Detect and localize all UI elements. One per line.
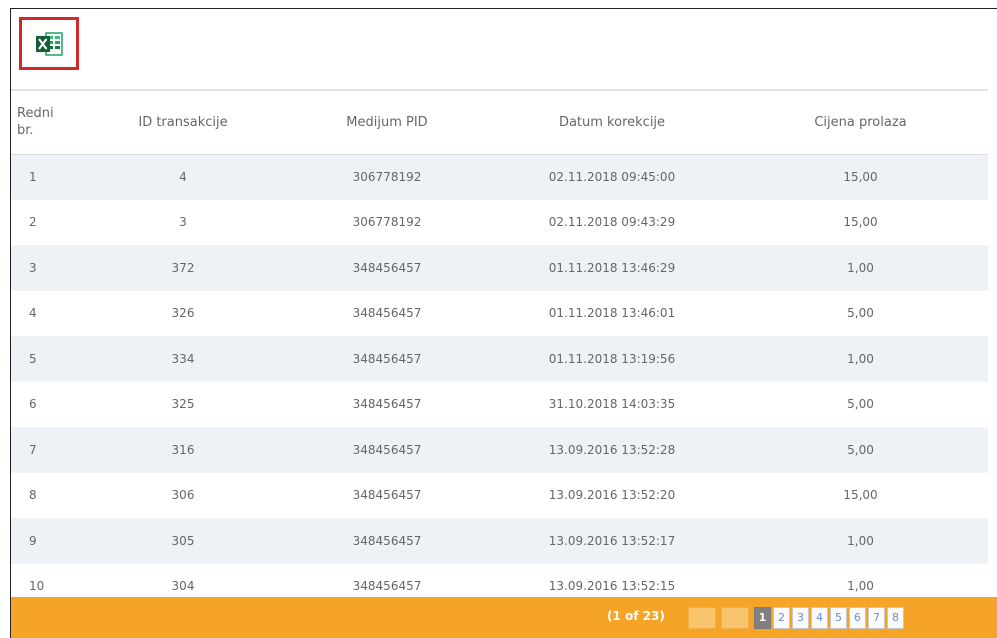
cell-row-number: 4 <box>11 290 83 337</box>
first-page-button[interactable] <box>688 607 716 629</box>
cell-correction-date: 13.09.2016 13:52:28 <box>491 427 733 473</box>
table-row[interactable]: 9 305 348456457 13.09.2016 13:52:17 1,00 <box>11 518 988 564</box>
page-button-8[interactable]: 8 <box>887 607 904 629</box>
table-body: 1 4 306778192 02.11.2018 09:45:00 15,00 2 3 306… <box>11 154 988 610</box>
cell-transaction-id: 372 <box>83 245 283 291</box>
cell-row-number: 7 <box>11 427 83 473</box>
page-button-1[interactable]: 1 <box>754 607 771 629</box>
excel-export-button[interactable] <box>19 17 79 70</box>
cell-transaction-id: 325 <box>83 381 283 428</box>
header-row-number-line2: br. <box>17 123 34 139</box>
table-row[interactable]: 8 306 348456457 13.09.2016 13:52:20 15,00 <box>11 472 988 519</box>
cell-row-number: 6 <box>11 381 83 428</box>
column-header-toll-price[interactable]: Cijena prolaza <box>733 90 988 155</box>
cell-transaction-id: 334 <box>83 336 283 382</box>
cell-correction-date: 01.11.2018 13:19:56 <box>491 336 733 382</box>
cell-medium-pid: 348456457 <box>283 518 491 564</box>
cell-row-number: 1 <box>11 154 83 200</box>
report-panel: Redni br. ID transakcije Medijum PID Datu… <box>10 8 997 638</box>
table-row[interactable]: 7 316 348456457 13.09.2016 13:52:28 5,00 <box>11 427 988 473</box>
table-row[interactable]: 4 326 348456457 01.11.2018 13:46:01 5,00 <box>11 290 988 337</box>
cell-transaction-id: 4 <box>83 154 283 200</box>
cell-toll-price: 1,00 <box>733 336 988 382</box>
page-button-3[interactable]: 3 <box>792 607 809 629</box>
cell-row-number: 3 <box>11 245 83 291</box>
cell-medium-pid: 348456457 <box>283 427 491 473</box>
column-header-correction-date[interactable]: Datum korekcije <box>491 90 733 155</box>
cell-toll-price: 15,00 <box>733 154 988 200</box>
toolbar <box>11 9 997 89</box>
corrections-table: Redni br. ID transakcije Medijum PID Datu… <box>11 89 988 610</box>
column-header-row-number[interactable]: Redni br. <box>11 90 83 155</box>
cell-transaction-id: 306 <box>83 472 283 519</box>
table-row[interactable]: 2 3 306778192 02.11.2018 09:43:29 15,00 <box>11 199 988 246</box>
cell-correction-date: 13.09.2016 13:52:17 <box>491 518 733 564</box>
cell-toll-price: 15,00 <box>733 472 988 519</box>
cell-toll-price: 15,00 <box>733 199 988 246</box>
cell-toll-price: 5,00 <box>733 290 988 337</box>
page-button-2[interactable]: 2 <box>773 607 790 629</box>
cell-correction-date: 31.10.2018 14:03:35 <box>491 381 733 428</box>
cell-correction-date: 02.11.2018 09:45:00 <box>491 154 733 200</box>
page-info: (1 of 23) <box>607 609 665 623</box>
table-row[interactable]: 1 4 306778192 02.11.2018 09:45:00 15,00 <box>11 154 988 200</box>
cell-toll-price: 1,00 <box>733 245 988 291</box>
cell-row-number: 9 <box>11 518 83 564</box>
cell-toll-price: 5,00 <box>733 381 988 428</box>
cell-transaction-id: 3 <box>83 199 283 246</box>
cell-medium-pid: 348456457 <box>283 336 491 382</box>
cell-transaction-id: 316 <box>83 427 283 473</box>
column-header-transaction-id[interactable]: ID transakcije <box>83 90 283 155</box>
header-row-number-line1: Redni <box>17 106 54 122</box>
table-header-row: Redni br. ID transakcije Medijum PID Datu… <box>11 90 988 155</box>
page-button-7[interactable]: 7 <box>868 607 885 629</box>
table-row[interactable]: 6 325 348456457 31.10.2018 14:03:35 5,00 <box>11 381 988 428</box>
cell-correction-date: 01.11.2018 13:46:01 <box>491 290 733 337</box>
cell-row-number: 2 <box>11 199 83 246</box>
excel-export-icon <box>36 31 63 56</box>
cell-correction-date: 01.11.2018 13:46:29 <box>491 245 733 291</box>
cell-medium-pid: 348456457 <box>283 381 491 428</box>
table-row[interactable]: 5 334 348456457 01.11.2018 13:19:56 1,00 <box>11 336 988 382</box>
cell-toll-price: 1,00 <box>733 518 988 564</box>
cell-transaction-id: 326 <box>83 290 283 337</box>
cell-medium-pid: 348456457 <box>283 290 491 337</box>
cell-correction-date: 02.11.2018 09:43:29 <box>491 199 733 246</box>
column-header-medium-pid[interactable]: Medijum PID <box>283 90 491 155</box>
page-button-6[interactable]: 6 <box>849 607 866 629</box>
pagination-bar: (1 of 23) 1 2 3 4 5 6 7 8 <box>11 597 997 638</box>
cell-medium-pid: 306778192 <box>283 154 491 200</box>
cell-medium-pid: 306778192 <box>283 199 491 246</box>
cell-transaction-id: 305 <box>83 518 283 564</box>
page-button-4[interactable]: 4 <box>811 607 828 629</box>
page-button-5[interactable]: 5 <box>830 607 847 629</box>
cell-correction-date: 13.09.2016 13:52:20 <box>491 472 733 519</box>
cell-medium-pid: 348456457 <box>283 245 491 291</box>
prev-page-button[interactable] <box>721 607 749 629</box>
cell-medium-pid: 348456457 <box>283 472 491 519</box>
cell-row-number: 8 <box>11 472 83 519</box>
cell-row-number: 5 <box>11 336 83 382</box>
table-row[interactable]: 3 372 348456457 01.11.2018 13:46:29 1,00 <box>11 245 988 291</box>
cell-toll-price: 5,00 <box>733 427 988 473</box>
